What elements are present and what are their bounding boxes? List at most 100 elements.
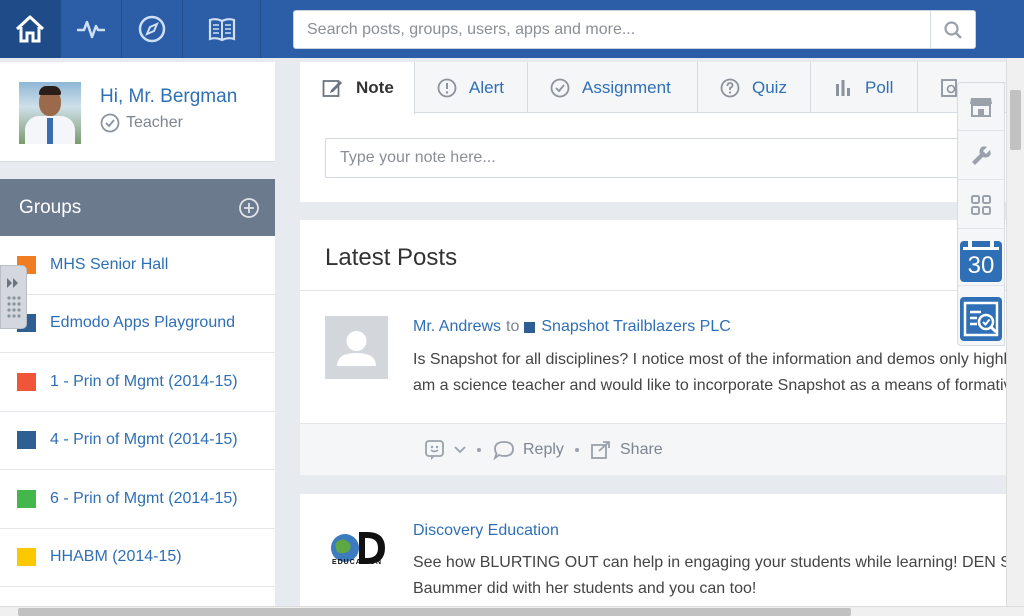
post-body: Is Snapshot for all disciplines? I notic…: [413, 347, 1006, 399]
apps-grid-icon: [971, 194, 991, 215]
library-button[interactable]: [183, 0, 261, 58]
profile-role: Teacher: [100, 113, 183, 133]
group-color-swatch: [17, 489, 36, 508]
groups-title: Groups: [19, 196, 82, 218]
horizontal-scrollbar[interactable]: [0, 606, 1024, 616]
post-actions: Reply Share: [300, 423, 1006, 475]
quiz-icon: [720, 78, 740, 97]
post-meta: Discovery Education: [413, 522, 559, 540]
calendar-button[interactable]: 30: [958, 236, 1004, 286]
discover-button[interactable]: [122, 0, 183, 58]
post-meta: Mr. Andrews to Snapshot Trailblazers PLC: [413, 318, 731, 336]
top-navigation-bar: [0, 0, 1024, 58]
latest-posts-title: Latest Posts: [325, 244, 458, 271]
reply-button[interactable]: Reply: [493, 424, 564, 476]
store-icon: [970, 97, 992, 117]
drawer-handle[interactable]: [0, 265, 27, 329]
add-group-icon[interactable]: [238, 197, 260, 219]
group-color-swatch: [17, 431, 36, 450]
group-item[interactable]: 4 - Prin of Mgmt (2014-15): [0, 412, 275, 470]
home-button[interactable]: [0, 0, 61, 58]
group-color-swatch: [17, 372, 36, 391]
separator-dot: [477, 448, 481, 452]
share-icon: [591, 441, 610, 459]
groups-panel: Groups MHS Senior Hall Edmodo Apps Playg…: [0, 179, 275, 616]
tab-label: Quiz: [752, 77, 787, 97]
tab-note[interactable]: Note: [300, 62, 415, 114]
tab-assignment[interactable]: Assignment: [528, 62, 698, 113]
right-toolbar: 30: [957, 82, 1005, 346]
post-to-label: to: [506, 318, 520, 335]
vertical-scrollbar[interactable]: [1006, 58, 1024, 606]
group-label: HHABM (2014-15): [50, 548, 182, 566]
wrench-icon: [972, 145, 991, 165]
tools-button[interactable]: [958, 132, 1004, 180]
book-icon: [208, 18, 235, 42]
post-body-line: Is Snapshot for all disciplines? I notic…: [413, 351, 1006, 368]
group-label: 1 - Prin of Mgmt (2014-15): [50, 372, 238, 390]
store-button[interactable]: [958, 83, 1004, 131]
tab-label: Note: [356, 78, 394, 97]
group-item[interactable]: 1 - Prin of Mgmt (2014-15): [0, 353, 275, 412]
reaction-button[interactable]: [424, 424, 466, 476]
activity-icon: [77, 20, 105, 39]
group-color-swatch: [17, 548, 36, 567]
avatar[interactable]: [19, 82, 81, 144]
post-composer: Note Alert Assignment Quiz Poll: [300, 62, 1006, 202]
post-author-link[interactable]: Discovery Education: [413, 522, 559, 540]
group-label: 4 - Prin of Mgmt (2014-15): [50, 431, 238, 449]
tab-alert[interactable]: Alert: [415, 62, 528, 113]
discovery-education-logo[interactable]: EDUCATION: [325, 527, 389, 575]
logo-text: EDUCATION: [331, 559, 383, 566]
search-box: [293, 10, 976, 49]
search-input[interactable]: [294, 11, 931, 48]
post-body-line: See how BLURTING OUT can help in engagin…: [413, 554, 1006, 571]
alert-icon: [437, 78, 457, 97]
post-author-avatar[interactable]: [325, 316, 388, 379]
post-group-link[interactable]: Snapshot Trailblazers PLC: [541, 318, 730, 336]
reply-label: Reply: [523, 441, 564, 458]
group-item[interactable]: MHS Senior Hall: [0, 236, 275, 295]
default-user-icon: [337, 331, 376, 366]
check-circle-icon: [100, 113, 120, 133]
latest-posts-card: Latest Posts Mr. Andrews to Snapshot Tra…: [300, 220, 1006, 475]
group-item[interactable]: 6 - Prin of Mgmt (2014-15): [0, 470, 275, 529]
group-item[interactable]: HHABM (2014-15): [0, 529, 275, 587]
poll-icon: [836, 79, 850, 96]
apps-button[interactable]: [958, 181, 1004, 229]
snapshot-button[interactable]: [958, 293, 1004, 345]
note-input[interactable]: [325, 138, 985, 178]
group-color-swatch: [524, 321, 536, 333]
groups-header: Groups: [0, 179, 275, 236]
post-body-line: Baummer did with her students and you ca…: [413, 580, 757, 597]
profile-role-label: Teacher: [126, 114, 183, 131]
post-author-link[interactable]: Mr. Andrews: [413, 318, 501, 336]
tab-quiz[interactable]: Quiz: [698, 62, 811, 113]
chevron-down-icon: [454, 446, 466, 454]
tab-label: Poll: [865, 77, 894, 97]
group-label: MHS Senior Hall: [50, 255, 169, 273]
assignment-icon: [550, 78, 570, 97]
activity-button[interactable]: [61, 0, 122, 58]
home-icon: [15, 15, 45, 43]
post-body: See how BLURTING OUT can help in engagin…: [413, 550, 1006, 602]
group-label: Edmodo Apps Playground: [50, 314, 236, 332]
search-icon: [944, 20, 962, 39]
calendar-day: 30: [967, 252, 995, 279]
profile-card: [0, 62, 275, 162]
tab-poll[interactable]: Poll: [811, 62, 918, 113]
post-body-line: am a science teacher and would like to i…: [413, 377, 1006, 394]
scrollbar-thumb[interactable]: [1010, 90, 1021, 150]
composer-tabs: Note Alert Assignment Quiz Poll: [300, 62, 1006, 114]
share-button[interactable]: Share: [590, 424, 663, 476]
progress-icon: [960, 297, 1002, 341]
separator-dot: [575, 448, 579, 452]
profile-greeting[interactable]: Hi, Mr. Bergman: [100, 86, 237, 108]
reply-icon: [493, 441, 514, 460]
divider: [300, 290, 1006, 291]
group-item[interactable]: Edmodo Apps Playground: [0, 295, 275, 353]
note-icon: [322, 80, 342, 97]
expand-arrows-icon: [7, 278, 21, 318]
scrollbar-thumb[interactable]: [18, 608, 851, 616]
search-button[interactable]: [930, 11, 975, 48]
